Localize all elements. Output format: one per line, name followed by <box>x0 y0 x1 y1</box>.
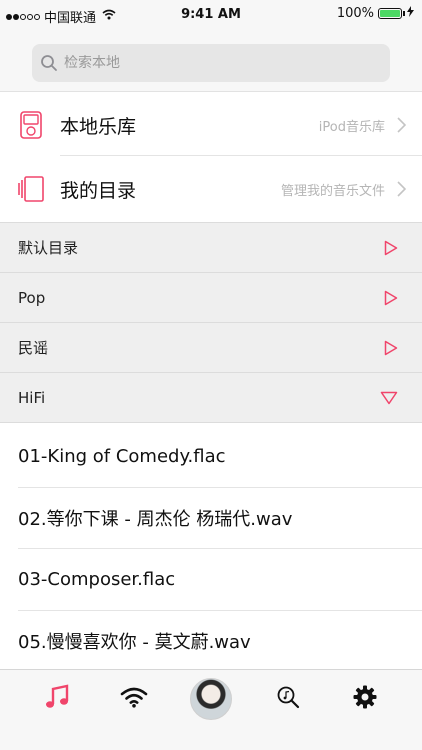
status-right: 100% <box>337 6 414 21</box>
music-note-icon <box>44 684 70 714</box>
folder-label: 默认目录 <box>18 239 79 257</box>
ipod-icon <box>18 111 44 139</box>
expand-arrow-icon[interactable] <box>384 240 398 256</box>
search-area <box>0 30 422 92</box>
my-directory-title: 我的目录 <box>60 179 137 202</box>
search-icon <box>40 54 58 72</box>
file-name: 03-Composer.flac <box>18 569 176 591</box>
folder-row-folk[interactable]: 民谣 <box>0 323 422 373</box>
tab-wifi-transfer[interactable] <box>112 677 156 721</box>
battery-level <box>380 10 400 17</box>
status-bar: 中国联通 9:41 AM 100% <box>0 0 422 30</box>
file-name: 05.慢慢喜欢你 - 莫文蔚.wav <box>18 632 251 654</box>
wifi-icon <box>120 686 148 712</box>
battery-icon <box>378 8 402 19</box>
file-list: 01-King of Comedy.flac 02.等你下课 - 周杰伦 杨瑞代… <box>0 426 422 672</box>
tab-profile[interactable] <box>189 677 233 721</box>
list-item[interactable]: 03-Composer.flac <box>0 549 422 611</box>
list-item[interactable]: 01-King of Comedy.flac <box>0 426 422 488</box>
chevron-right-icon <box>397 117 406 133</box>
gear-icon <box>353 685 377 713</box>
my-directory-subtitle: 管理我的音乐文件 <box>280 183 385 199</box>
charging-icon <box>407 6 414 21</box>
tab-bar <box>0 669 422 750</box>
folder-row-default[interactable]: 默认目录 <box>0 223 422 273</box>
collapse-arrow-icon[interactable] <box>380 391 398 405</box>
list-item[interactable]: 02.等你下课 - 周杰伦 杨瑞代.wav <box>0 488 422 549</box>
battery-cap <box>403 11 405 16</box>
file-name: 01-King of Comedy.flac <box>18 446 226 468</box>
tab-settings[interactable] <box>343 677 387 721</box>
expand-arrow-icon[interactable] <box>384 290 398 306</box>
folder-label: Pop <box>18 288 46 307</box>
music-search-icon <box>276 685 300 713</box>
my-directory-row[interactable]: 我的目录 管理我的音乐文件 <box>0 156 422 222</box>
folder-label: HiFi <box>18 388 46 407</box>
chevron-right-icon <box>397 181 406 197</box>
local-library-row[interactable]: 本地乐库 iPod音乐库 <box>0 92 422 158</box>
search-box[interactable] <box>32 44 390 82</box>
tab-music[interactable] <box>35 677 79 721</box>
battery-percent: 100% <box>336 6 374 21</box>
tab-music-search[interactable] <box>266 677 310 721</box>
expand-arrow-icon[interactable] <box>384 340 398 356</box>
folder-label: 民谣 <box>18 339 49 357</box>
folder-stack-icon <box>18 175 44 203</box>
list-item[interactable]: 05.慢慢喜欢你 - 莫文蔚.wav <box>0 611 422 673</box>
avatar <box>189 678 232 720</box>
local-library-title: 本地乐库 <box>60 115 137 138</box>
file-name: 02.等你下课 - 周杰伦 杨瑞代.wav <box>18 509 293 531</box>
folder-row-pop[interactable]: Pop <box>0 273 422 323</box>
folder-list: 默认目录 Pop 民谣 HiFi <box>0 222 422 423</box>
folder-row-hifi[interactable]: HiFi <box>0 373 422 423</box>
local-library-subtitle: iPod音乐库 <box>318 119 385 135</box>
search-input[interactable] <box>64 55 364 71</box>
